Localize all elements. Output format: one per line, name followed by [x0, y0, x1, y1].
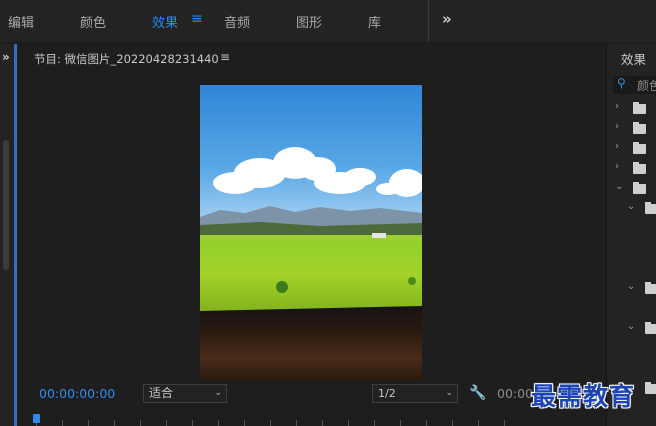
watermark-text: 最需教育: [531, 382, 636, 411]
workspace-tab-graphics[interactable]: 图形: [296, 12, 322, 31]
effects-panel: 效果 ⚲ 颜色 › › › › ⌄ ⌄ ⌄ ⌄: [606, 44, 656, 426]
panel-focus-indicator: [14, 44, 17, 426]
folder-icon: [633, 142, 646, 154]
chevron-down-icon: ⌄: [214, 388, 222, 398]
preset-folder-icon: [633, 122, 646, 134]
chevron-down-icon: ⌄: [627, 321, 636, 332]
chevron-right-icon: ›: [615, 121, 619, 132]
chevron-right-icon: ›: [615, 101, 619, 112]
time-ruler[interactable]: [22, 412, 604, 426]
workspace-tab-effects[interactable]: 效果: [152, 12, 178, 31]
chevron-down-icon: ⌄: [445, 388, 453, 398]
folder-icon: [645, 282, 656, 294]
program-monitor-title[interactable]: 节目: 微信图片_20220428231440: [34, 51, 219, 67]
chevron-down-icon: ⌄: [627, 281, 636, 292]
chevron-right-icon: ›: [615, 141, 619, 152]
folder-icon: [645, 322, 656, 334]
search-icon: ⚲: [617, 76, 626, 90]
more-workspaces-icon[interactable]: »: [442, 10, 452, 28]
workspace-tab-audio[interactable]: 音频: [224, 12, 250, 31]
workspace-tab-color[interactable]: 颜色: [80, 12, 106, 31]
folder-icon: [645, 382, 656, 394]
effects-search[interactable]: ⚲ 颜色: [613, 76, 656, 94]
duration-timecode: 00:00: [497, 386, 534, 401]
zoom-fit-select[interactable]: 适合 ⌄: [143, 384, 227, 403]
playback-resolution-value: 1/2: [378, 387, 396, 400]
folder-icon: [645, 202, 656, 214]
workspace-tab-edit[interactable]: 编辑: [8, 12, 34, 31]
playhead-timecode[interactable]: 00:00:00:00: [39, 386, 115, 401]
effects-panel-title[interactable]: 效果: [621, 49, 646, 68]
workspace-menu-icon[interactable]: ≡: [191, 11, 203, 27]
video-frame-landscape: [200, 85, 422, 380]
program-monitor: 节目: 微信图片_20220428231440 ≡ 00:00:00:00 适合…: [22, 44, 604, 426]
effects-search-input[interactable]: 颜色: [637, 77, 656, 94]
workspace-divider: [428, 0, 429, 42]
preset-folder-icon: [633, 102, 646, 114]
chevron-right-icon: ›: [615, 161, 619, 172]
folder-icon: [633, 182, 646, 194]
playhead-marker[interactable]: [33, 414, 40, 423]
chevron-down-icon: ⌄: [615, 181, 624, 192]
settings-wrench-icon[interactable]: 🔧: [469, 385, 486, 401]
left-panel-scrollbar[interactable]: [3, 140, 9, 270]
video-preview[interactable]: [200, 85, 422, 380]
playback-resolution-select[interactable]: 1/2 ⌄: [372, 384, 458, 403]
workspace-tab-libraries[interactable]: 库: [368, 12, 381, 31]
chevron-down-icon: ⌄: [627, 201, 636, 212]
workspace-bar: 编辑 颜色 效果 ≡ 音频 图形 库 »: [0, 0, 656, 42]
expand-panels-icon[interactable]: »: [2, 50, 10, 64]
zoom-fit-value: 适合: [149, 386, 174, 400]
panel-menu-icon[interactable]: ≡: [220, 50, 230, 64]
folder-icon: [633, 162, 646, 174]
